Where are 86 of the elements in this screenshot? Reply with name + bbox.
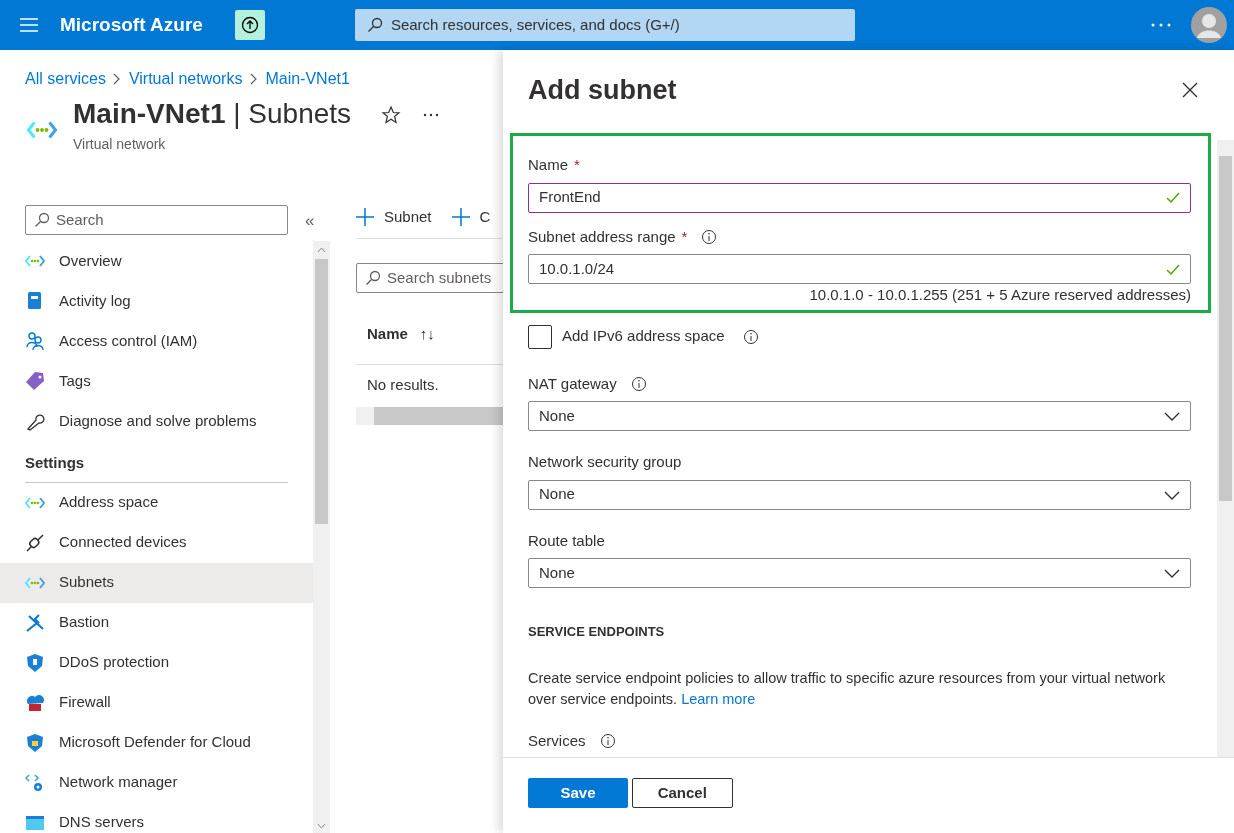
- section-heading: Settings: [24, 453, 86, 474]
- chevron-right-icon: [249, 72, 258, 85]
- save-button[interactable]: Save: [528, 778, 628, 808]
- check-icon: [1166, 262, 1180, 276]
- info-icon: [742, 328, 759, 345]
- panel-title: Add subnet: [528, 73, 677, 107]
- shield-lock-icon: [25, 732, 45, 753]
- sidebar-item[interactable]: Subnets: [0, 562, 313, 603]
- sidebar-item[interactable]: Connected devices: [0, 522, 313, 563]
- learn-more-link[interactable]: Learn more: [681, 690, 756, 707]
- brand-name: Microsoft Azure: [60, 12, 203, 37]
- plus-icon: [356, 207, 374, 226]
- upload-icon: [240, 16, 259, 34]
- field-label: Route table: [528, 530, 605, 551]
- dropdown[interactable]: None: [528, 479, 1191, 510]
- menu-icon[interactable]: [20, 18, 38, 32]
- sidebar-item[interactable]: Overview: [0, 241, 313, 282]
- description-text: Create service endpoint policies to allow traffic to specific azure resources from your virtual network over service endpoints. Learn more: [528, 668, 1167, 709]
- sidebar-item[interactable]: Network manager: [0, 762, 313, 803]
- crossed-arrows-icon: [25, 612, 45, 633]
- search-icon: [365, 269, 381, 286]
- sidebar-item[interactable]: Tags: [0, 361, 313, 402]
- global-search-field[interactable]: Search resources, services, and docs (G+/): [354, 9, 855, 41]
- upload-button[interactable]: [234, 10, 265, 40]
- sort-button[interactable]: ↑↓: [419, 323, 435, 346]
- scroll-up-icon: [317, 247, 326, 254]
- info-icon: [701, 228, 718, 245]
- plug-icon: [25, 532, 45, 553]
- avatar-icon[interactable]: [1191, 7, 1227, 43]
- sidebar-item[interactable]: Access control (IAM): [0, 321, 313, 362]
- sidebar-item[interactable]: DDoS protection: [0, 642, 313, 683]
- dropdown[interactable]: None: [528, 401, 1191, 431]
- sidebar-search-field[interactable]: Search: [25, 205, 288, 236]
- sidebar-item[interactable]: Activity log: [0, 281, 313, 322]
- chevron-right-icon: [113, 72, 122, 85]
- field-label: NAT gateway: [528, 373, 617, 394]
- close-icon[interactable]: [1182, 82, 1198, 98]
- tag-icon: [25, 371, 45, 392]
- collapse-button[interactable]: «: [305, 207, 315, 234]
- range-hint: 10.0.1.0 - 10.0.1.255 (251 + 5 Azure reserved addresses): [808, 285, 1191, 305]
- breadcrumb-link[interactable]: Main-VNet1: [265, 66, 350, 91]
- subnet-search-field[interactable]: Search subnets: [356, 262, 503, 293]
- check-icon: [1166, 191, 1180, 204]
- info-icon: [630, 375, 647, 392]
- required-mark: *: [574, 155, 580, 175]
- required-mark: *: [681, 226, 688, 247]
- network-gear-icon: [25, 772, 45, 793]
- horizontal-scrollbar[interactable]: [356, 406, 503, 425]
- scrollbar[interactable]: [1217, 140, 1234, 757]
- toolbar-button[interactable]: C: [451, 205, 491, 228]
- column-header[interactable]: Name: [367, 323, 408, 346]
- field-label: Name: [528, 155, 568, 175]
- sidebar-item[interactable]: Firewall: [0, 682, 313, 723]
- cloud-wall-icon: [25, 692, 45, 713]
- info-icon: [599, 732, 616, 749]
- scrollbar[interactable]: [313, 241, 330, 833]
- checkbox[interactable]: [528, 324, 552, 349]
- sidebar-item[interactable]: DNS servers: [0, 802, 313, 833]
- breadcrumb-link[interactable]: All services: [25, 66, 106, 91]
- plus-icon: [451, 207, 470, 226]
- star-icon[interactable]: [381, 104, 402, 125]
- resource-type: Virtual network: [73, 135, 167, 155]
- search-icon: [366, 17, 383, 33]
- checkbox-label: Add IPv6 address space: [562, 326, 725, 347]
- field-label: Subnet address range: [528, 226, 676, 247]
- text-field[interactable]: FrontEnd: [528, 182, 1191, 213]
- field-label: Network security group: [528, 452, 682, 472]
- field-label: Services: [528, 730, 586, 751]
- cancel-button[interactable]: Cancel: [631, 778, 733, 808]
- shield-icon: [25, 652, 45, 673]
- toolbar-button[interactable]: Subnet: [356, 205, 432, 228]
- sidebar-item[interactable]: Microsoft Defender for Cloud: [0, 722, 313, 763]
- sidebar-item[interactable]: Bastion: [0, 602, 313, 643]
- people-icon: [25, 331, 45, 352]
- sidebar-item[interactable]: Diagnose and solve problems: [0, 401, 313, 442]
- empty-message: No results.: [366, 374, 440, 395]
- text-field[interactable]: 10.0.1.0/24: [528, 254, 1191, 284]
- search-icon: [34, 212, 50, 229]
- sidebar-item[interactable]: Address space: [0, 482, 313, 523]
- dropdown[interactable]: None: [528, 558, 1191, 588]
- more-icon[interactable]: [423, 112, 440, 117]
- wrench-icon: [25, 411, 45, 432]
- section-heading: SERVICE ENDPOINTS: [528, 623, 666, 641]
- breadcrumb-link[interactable]: Virtual networks: [128, 66, 243, 91]
- page-title: Main-VNet1 | Subnets: [73, 99, 352, 131]
- scroll-down-icon: [317, 823, 326, 829]
